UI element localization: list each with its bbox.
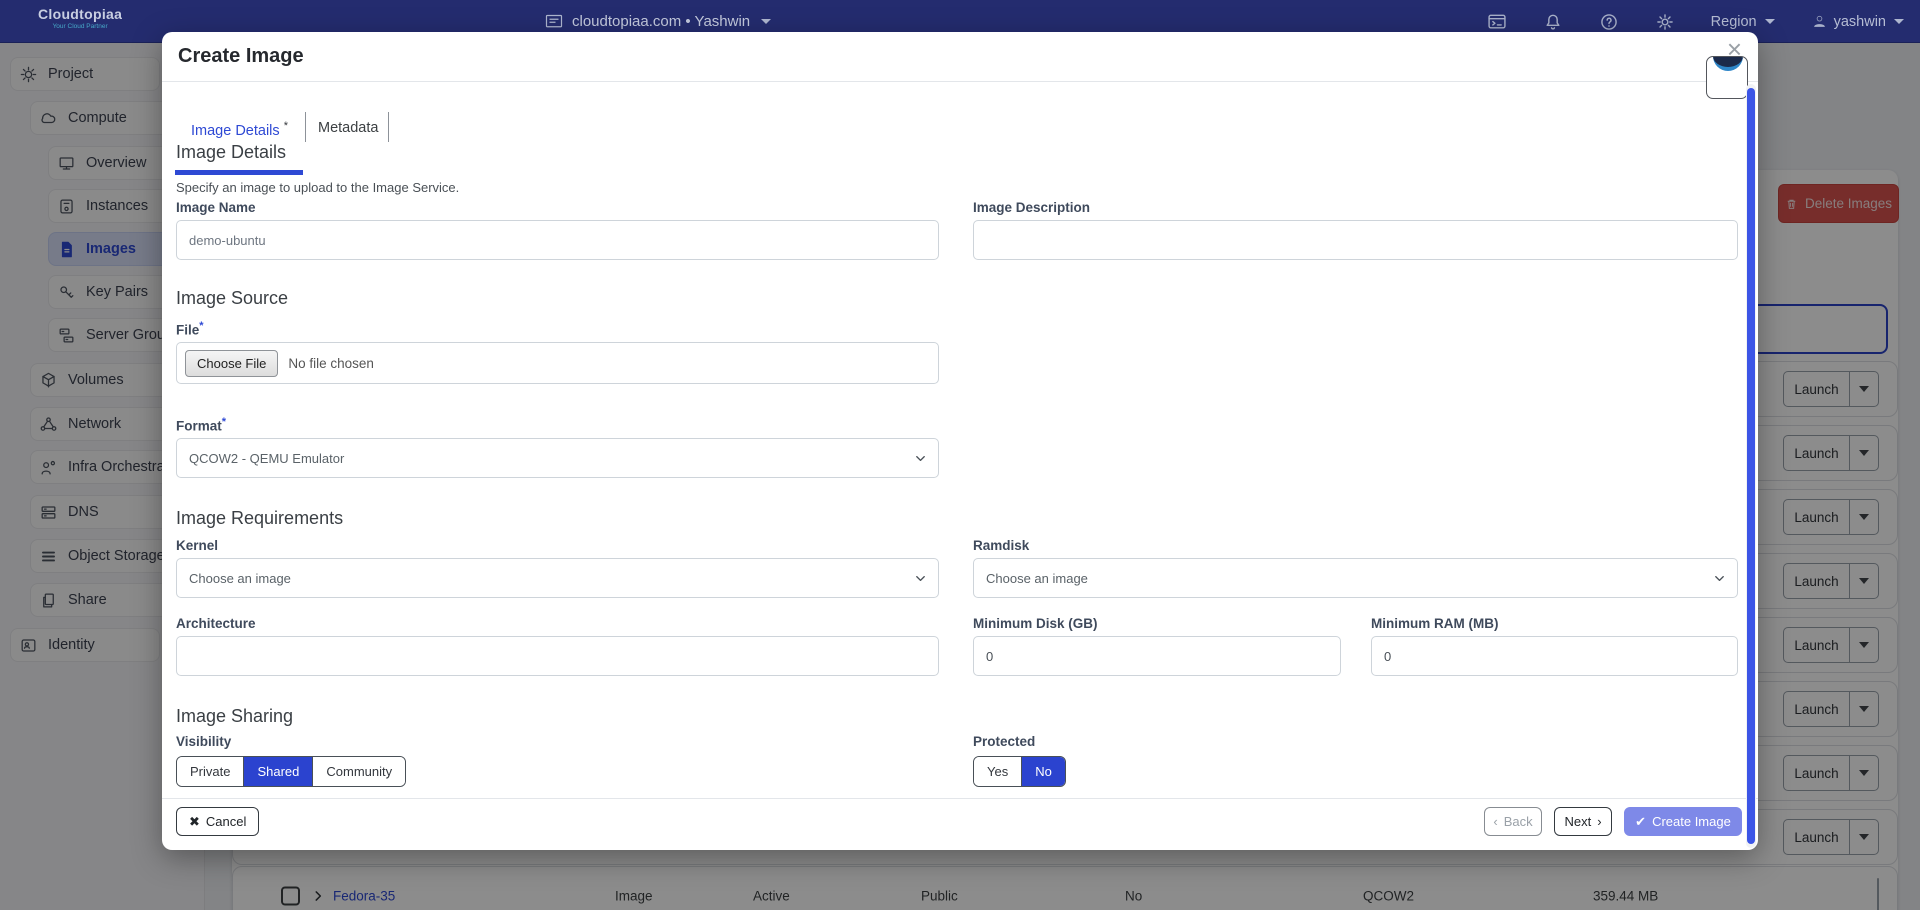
min-ram-input[interactable] — [1371, 636, 1738, 676]
section-heading-image-details: Image Details — [176, 142, 286, 163]
caret-down-icon — [761, 19, 771, 24]
chevron-down-icon — [913, 451, 928, 466]
file-status-text: No file chosen — [288, 356, 374, 371]
chevron-right-icon: › — [1597, 814, 1601, 829]
screen: Project Compute Overview Instances Image… — [0, 0, 1920, 910]
ramdisk-label: Ramdisk — [973, 538, 1029, 553]
modal-footer: ✖ Cancel ‹ Back Next › ✔ Create Image — [162, 798, 1758, 850]
x-icon: ✖ — [189, 814, 200, 830]
image-name-input[interactable] — [176, 220, 939, 260]
create-image-button[interactable]: ✔ Create Image — [1624, 807, 1742, 836]
caret-down-icon — [1765, 19, 1775, 24]
chevron-down-icon — [1712, 571, 1727, 586]
brand-logo[interactable]: Cloudtopiaa Your Cloud Partner — [38, 7, 122, 31]
min-ram-label: Minimum RAM (MB) — [1371, 616, 1498, 631]
check-icon: ✔ — [1635, 814, 1646, 830]
visibility-private-button[interactable]: Private — [177, 757, 244, 786]
billboard-icon — [545, 14, 563, 29]
architecture-label: Architecture — [176, 616, 256, 631]
section-heading-image-source: Image Source — [176, 288, 288, 309]
terminal-icon[interactable] — [1487, 12, 1507, 32]
kernel-select[interactable]: Choose an image — [176, 558, 939, 598]
help-icon[interactable] — [1599, 12, 1619, 32]
image-description-input[interactable] — [973, 220, 1738, 260]
format-select[interactable]: QCOW2 - QEMU Emulator — [176, 438, 939, 478]
protected-toggle-group: Yes No — [973, 756, 1066, 787]
caret-down-icon — [1894, 19, 1904, 24]
back-button[interactable]: ‹ Back — [1484, 807, 1542, 836]
notifications-bell-icon[interactable] — [1543, 12, 1563, 32]
settings-gear-icon[interactable] — [1655, 12, 1675, 32]
visibility-toggle-group: Private Shared Community — [176, 756, 406, 787]
visibility-label: Visibility — [176, 734, 231, 749]
visibility-shared-button[interactable]: Shared — [244, 757, 313, 786]
visibility-community-button[interactable]: Community — [313, 757, 405, 786]
chevron-left-icon: ‹ — [1493, 814, 1497, 829]
choose-file-button[interactable]: Choose File — [185, 350, 278, 377]
ramdisk-select[interactable]: Choose an image — [973, 558, 1738, 598]
user-menu-dropdown[interactable]: yashwin — [1811, 13, 1904, 30]
modal-body: Image Details Specify an image to upload… — [162, 32, 1758, 850]
min-disk-label: Minimum Disk (GB) — [973, 616, 1098, 631]
protected-yes-button[interactable]: Yes — [974, 757, 1022, 786]
cancel-button[interactable]: ✖ Cancel — [176, 807, 259, 836]
section-heading-image-sharing: Image Sharing — [176, 706, 293, 727]
file-label: File* — [176, 320, 204, 338]
section-heading-image-requirements: Image Requirements — [176, 508, 343, 529]
min-disk-input[interactable] — [973, 636, 1341, 676]
next-button[interactable]: Next › — [1554, 807, 1612, 836]
kernel-label: Kernel — [176, 538, 218, 553]
create-image-modal: Create Image × Image Details * Metadata … — [162, 32, 1758, 850]
user-icon — [1811, 13, 1828, 30]
image-name-label: Image Name — [176, 200, 256, 215]
protected-label: Protected — [973, 734, 1035, 749]
protected-no-button[interactable]: No — [1022, 757, 1065, 786]
architecture-input[interactable] — [176, 636, 939, 676]
section-help-text: Specify an image to upload to the Image … — [176, 180, 459, 195]
region-dropdown[interactable]: Region — [1711, 14, 1775, 30]
modal-scrollbar-thumb[interactable] — [1747, 88, 1755, 844]
image-description-label: Image Description — [973, 200, 1090, 215]
file-input[interactable]: Choose File No file chosen — [176, 342, 939, 384]
chevron-down-icon — [913, 571, 928, 586]
format-label: Format* — [176, 416, 226, 434]
